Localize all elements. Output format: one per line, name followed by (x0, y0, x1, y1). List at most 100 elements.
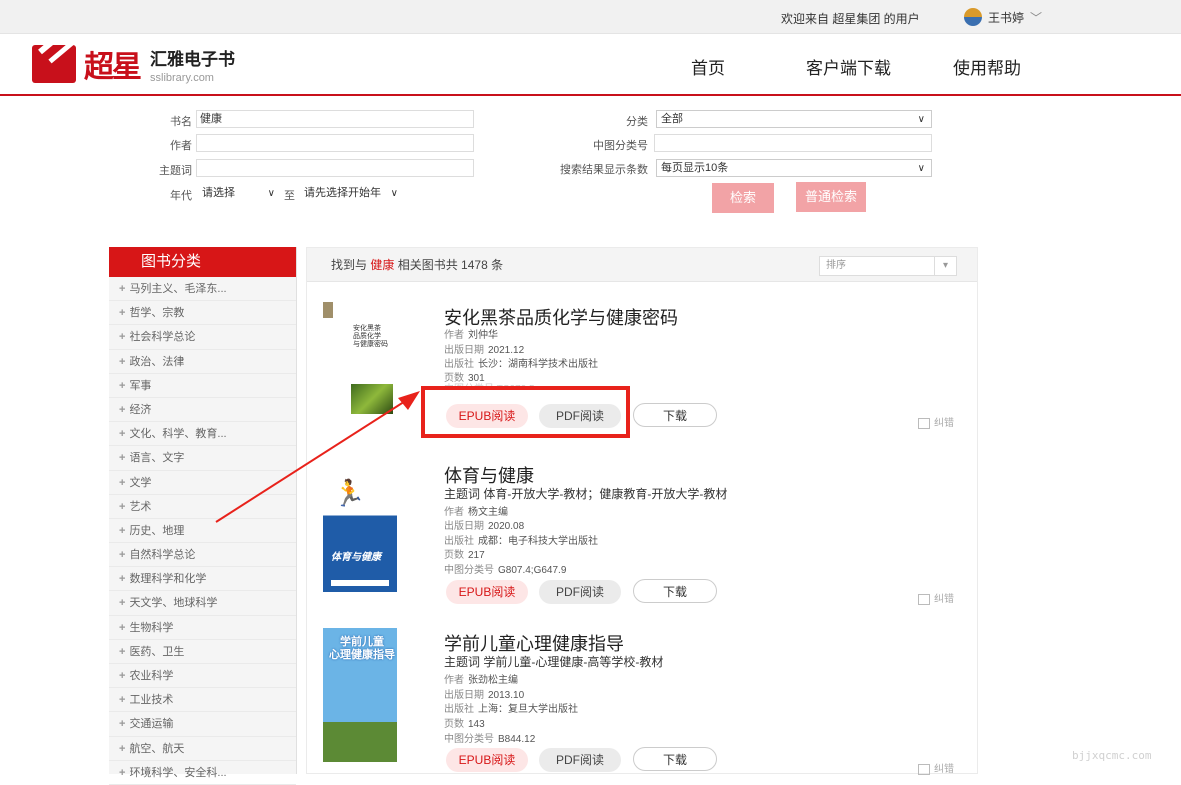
search-results: 找到与 健康 相关图书共 1478 条 排序 ▾ 安化黑茶 品质化学 与健康密码… (306, 247, 979, 775)
book-cover[interactable]: 安化黑茶 品质化学 与健康密码 (323, 302, 397, 422)
sidebar-category-item[interactable]: + 艺术 (109, 495, 296, 519)
sidebar-category-item[interactable]: + 文学 (109, 471, 296, 495)
user-menu[interactable]: 王书婷 ﹀ (964, 8, 1042, 26)
plus-icon: + (119, 500, 126, 513)
book-pages: 页数 143 (444, 719, 485, 730)
page-size-label: 搜索结果显示条数 (560, 164, 648, 176)
page-size-select[interactable]: 每页显示10条 ∨ (656, 159, 932, 177)
top-bar: 欢迎来自 超星集团 的用户 王书婷 ﹀ (0, 0, 1181, 34)
book-clc: 中图分类号 G807.4;G647.9 (444, 565, 567, 576)
sidebar-category-item[interactable]: + 环境科学、安全科... (109, 761, 296, 785)
book-pages: 页数 217 (444, 550, 485, 561)
title-input[interactable]: 健康 (196, 110, 474, 128)
category-select[interactable]: 全部 ∨ (656, 110, 932, 128)
sidebar-category-item[interactable]: + 经济 (109, 398, 296, 423)
book-clc: 中图分类号 TS272.5 (444, 380, 535, 388)
sidebar-category-item[interactable]: + 文化、科学、教育... (109, 422, 296, 447)
category-sidebar: 图书分类 + 马列主义、毛泽东... + 哲学、宗教 + 社会科学总论 + 政治、法律 + 军事 +… (109, 247, 297, 785)
sidebar-category-item[interactable]: + 自然科学总论 (109, 543, 296, 568)
logo-text: 汇雅电子书 sslibrary.com (150, 45, 235, 84)
brand-name: 汇雅电子书 (150, 49, 235, 69)
plus-icon: + (119, 694, 126, 707)
book-item: 安化黑茶 品质化学 与健康密码 安化黑茶品质化学与健康密码 作者 刘仲华 出版日期… (307, 294, 979, 452)
pdf-read-button[interactable]: PDF阅读 (539, 748, 621, 772)
clc-input[interactable] (654, 134, 932, 152)
plus-icon: + (119, 379, 126, 392)
book-author: 作者 刘仲华 (444, 330, 498, 341)
sort-select[interactable]: 排序 ▾ (819, 256, 957, 276)
book-date: 出版日期 2021.12 (444, 345, 525, 356)
book-cover[interactable]: 学前儿童 心理健康指导 (323, 628, 397, 762)
subject-label: 主题词 (159, 165, 192, 177)
plus-icon: + (119, 718, 126, 731)
plus-icon: + (119, 331, 126, 344)
logo-chinese: 超星 (84, 50, 142, 85)
cover-title: 学前儿童 心理健康指导 (329, 636, 395, 661)
pdf-read-button[interactable]: PDF阅读 (539, 404, 621, 428)
edit-icon (918, 763, 930, 775)
book-author: 作者 张劲松主编 (444, 675, 518, 686)
title-label: 书名 (170, 116, 192, 128)
plus-icon: + (119, 355, 126, 368)
clc-label: 中图分类号 (593, 140, 648, 152)
correct-link[interactable]: 纠错 (918, 414, 954, 429)
sidebar-category-item[interactable]: + 交通运输 (109, 712, 296, 737)
sidebar-category-item[interactable]: + 生物科学 (109, 616, 296, 640)
book-cover[interactable]: 🏃 体育与健康 (323, 460, 397, 592)
plus-icon: + (119, 428, 126, 441)
plus-icon: + (119, 645, 126, 658)
book-subject: 主题词 体育-开放大学-教材；健康教育-开放大学-教材 (444, 487, 728, 501)
book-author: 作者 杨文主编 (444, 507, 508, 518)
plus-icon: + (119, 670, 126, 682)
sidebar-category-item[interactable]: + 农业科学 (109, 664, 296, 689)
book-item: 学前儿童 心理健康指导 学前儿童心理健康指导 主题词 学前儿童-心理健康-高等学… (307, 620, 979, 775)
pdf-read-button[interactable]: PDF阅读 (539, 580, 621, 604)
nav-client-download[interactable]: 客户端下载 (806, 54, 891, 79)
epub-read-button[interactable]: EPUB阅读 (446, 404, 528, 428)
site-logo[interactable]: 超星 汇雅电子书 sslibrary.com (32, 42, 235, 86)
sidebar-category-item[interactable]: + 历史、地理 (109, 519, 296, 544)
sidebar-category-item[interactable]: + 工业技术 (109, 688, 296, 713)
book-subject: 主题词 学前儿童-心理健康-高等学校-教材 (444, 655, 664, 669)
download-button[interactable]: 下载 (633, 747, 717, 771)
sidebar-category-item[interactable]: + 社会科学总论 (109, 325, 296, 350)
sidebar-category-item[interactable]: + 医药、卫生 (109, 640, 296, 664)
sidebar-category-item[interactable]: + 航空、航天 (109, 737, 296, 761)
sidebar-category-item[interactable]: + 天文学、地球科学 (109, 591, 296, 616)
plus-icon: + (119, 283, 126, 295)
search-button[interactable]: 检索 (712, 183, 774, 213)
brand-domain: sslibrary.com (150, 71, 214, 84)
sidebar-category-item[interactable]: + 哲学、宗教 (109, 301, 296, 326)
logo-mark-icon (32, 45, 76, 83)
book-clc: 中图分类号 B844.12 (444, 734, 536, 745)
author-input[interactable] (196, 134, 474, 152)
nav-home[interactable]: 首页 (691, 54, 725, 79)
sidebar-category-item[interactable]: + 政治、法律 (109, 350, 296, 374)
correct-link[interactable]: 纠错 (918, 590, 954, 605)
sidebar-category-item[interactable]: + 马列主义、毛泽东... (109, 277, 296, 302)
nav-help[interactable]: 使用帮助 (953, 54, 1021, 79)
book-publisher: 出版社 长沙：湖南科学技术出版社 (444, 359, 598, 370)
cover-title: 安化黑茶 品质化学 与健康密码 (353, 324, 388, 348)
sidebar-category-item[interactable]: + 军事 (109, 374, 296, 398)
plus-icon: + (119, 452, 126, 465)
subject-input[interactable] (196, 159, 474, 177)
epub-read-button[interactable]: EPUB阅读 (446, 748, 528, 772)
category-label: 分类 (626, 116, 648, 128)
download-button[interactable]: 下载 (633, 579, 717, 603)
plus-icon: + (119, 307, 126, 320)
year-from-select[interactable]: 请选择 ∨ (198, 185, 281, 203)
plus-icon: + (119, 476, 126, 489)
book-publisher: 出版社 成都：电子科技大学出版社 (444, 536, 598, 547)
year-to-select[interactable]: 请先选择开始年 ∨ (300, 185, 404, 203)
book-item: 🏃 体育与健康 体育与健康 主题词 体育-开放大学-教材；健康教育-开放大学-教… (307, 452, 979, 617)
book-date: 出版日期 2020.08 (444, 521, 525, 532)
download-button[interactable]: 下载 (633, 403, 717, 427)
avatar (964, 8, 982, 26)
epub-read-button[interactable]: EPUB阅读 (446, 580, 528, 604)
sidebar-category-item[interactable]: + 数理科学和化学 (109, 567, 296, 592)
normal-search-button[interactable]: 普通检索 (796, 182, 866, 212)
sidebar-category-item[interactable]: + 语言、文字 (109, 446, 296, 471)
correct-link[interactable]: 纠错 (918, 760, 954, 775)
author-label: 作者 (170, 140, 192, 152)
